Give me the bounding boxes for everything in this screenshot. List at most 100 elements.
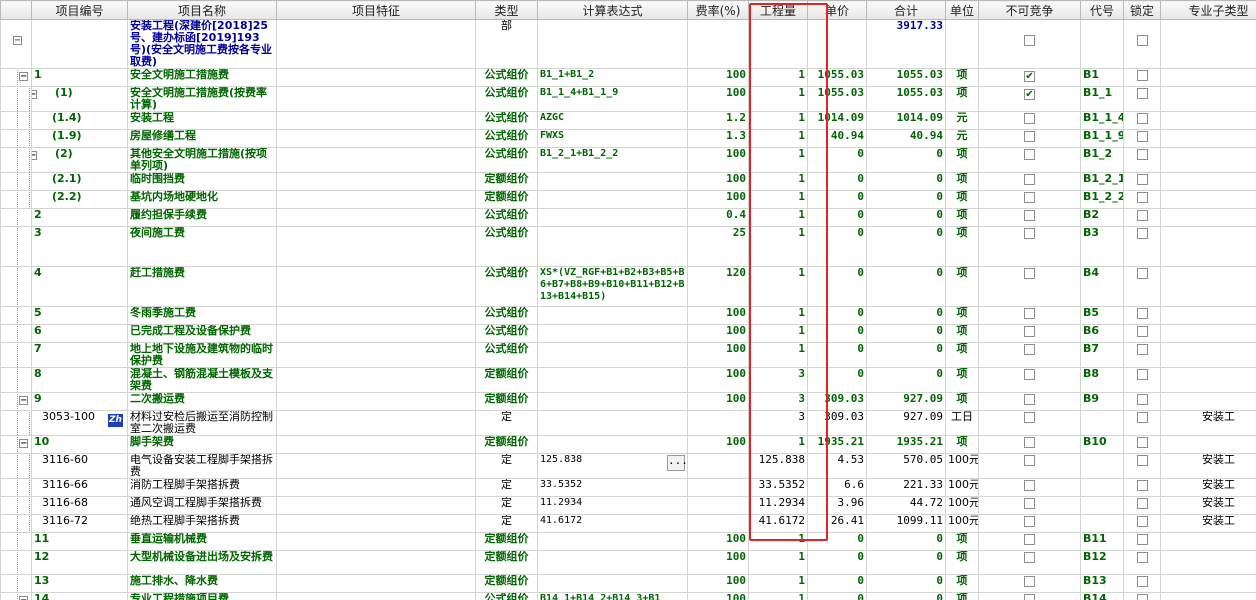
item-feature[interactable] [276,392,476,411]
noncompete-cell[interactable] [978,129,1081,148]
unit-price[interactable]: 0 [807,226,867,267]
unit-price[interactable] [807,19,867,69]
unit-price[interactable]: 0 [807,342,867,368]
col-header-name[interactable]: 项目名称 [127,0,277,20]
item-type[interactable]: 定额组价 [475,574,538,593]
lock-cell[interactable] [1123,111,1161,130]
item-type[interactable]: 部 [475,19,538,69]
noncompete-checkbox[interactable] [1024,174,1035,185]
quota-row[interactable]: 3116-66 消防工程脚手架搭拆费定 33.5352 33.5352 6.6 221.3… [0,478,1256,497]
unit[interactable]: 项 [945,532,979,551]
item-name[interactable]: 脚手架费 [127,435,277,454]
item-type[interactable]: 定额组价 [475,435,538,454]
lock-checkbox[interactable] [1136,113,1148,124]
noncompete-cell[interactable] [978,147,1081,173]
item-type[interactable]: 公式组价 [475,266,538,307]
subtype[interactable] [1160,68,1256,87]
item-type[interactable]: 定 [475,453,538,479]
item-name[interactable]: 临时围挡费 [127,172,277,191]
alias-code[interactable]: B1_1 [1080,86,1124,112]
item-feature[interactable] [276,550,476,575]
item-type[interactable]: 公式组价 [475,68,538,87]
fee-rate[interactable]: 100 [687,306,749,325]
tree-gutter[interactable] [0,111,32,130]
calc-expression[interactable] [537,172,688,191]
subtype[interactable]: 安装工 [1160,478,1256,497]
calc-expression[interactable] [537,410,688,436]
noncompete-cell[interactable] [978,478,1081,497]
unit[interactable]: 项 [945,435,979,454]
quantity-cell[interactable] [748,19,808,69]
item-name[interactable]: 大型机械设备进出场及安拆费 [127,550,277,575]
calc-expression[interactable] [537,435,688,454]
calc-expression[interactable] [537,550,688,575]
collapse-toggle-icon[interactable]: − [32,90,37,100]
calc-expression[interactable] [537,532,688,551]
tree-gutter[interactable] [0,190,32,209]
unit[interactable]: 100元 [945,478,979,497]
measure-row[interactable]: −(2)其他安全文明施工措施(按项单列项)公式组价B1_2_1+B1_2_210… [0,147,1256,173]
calc-expression[interactable]: 41.6172 [537,514,688,533]
noncompete-cell[interactable] [978,226,1081,267]
alias-code[interactable] [1080,453,1124,479]
noncompete-checkbox[interactable] [1024,412,1035,423]
tree-gutter[interactable] [0,574,32,593]
measure-row[interactable]: −1 安全文明施工措施费 公式组价 B1_1+B1_2 100 1 1055.03 1055.… [0,68,1256,87]
item-code[interactable]: 8 [31,367,128,393]
fee-rate[interactable]: 100 [687,367,749,393]
unit-price[interactable]: 40.94 [807,129,867,148]
item-feature[interactable] [276,190,476,209]
calc-expression[interactable]: FWXS [537,129,688,148]
lock-checkbox[interactable] [1136,210,1148,221]
tree-gutter[interactable]: − [0,592,32,600]
item-name[interactable]: 夜间施工费 [127,226,277,267]
item-feature[interactable] [276,532,476,551]
collapse-toggle-icon[interactable]: − [13,36,22,46]
lock-cell[interactable] [1123,129,1161,148]
quantity-cell[interactable]: 3 [748,410,808,436]
lock-checkbox[interactable] [1136,412,1148,423]
lock-cell[interactable] [1123,478,1161,497]
calc-expression[interactable]: AZGC [537,111,688,130]
unit-price[interactable]: 309.03 [807,392,867,411]
noncompete-checkbox[interactable] [1024,308,1035,319]
unit-price[interactable]: 0 [807,550,867,575]
unit[interactable]: 100元 [945,453,979,479]
calc-expression[interactable] [537,208,688,227]
lock-cell[interactable] [1123,342,1161,368]
noncompete-cell[interactable] [978,410,1081,436]
item-code[interactable]: 3116-68 [31,496,128,515]
subtype[interactable] [1160,129,1256,148]
item-feature[interactable] [276,111,476,130]
subtype[interactable] [1160,532,1256,551]
collapse-toggle-icon[interactable]: − [19,596,28,600]
item-feature[interactable] [276,129,476,148]
quantity-cell[interactable]: 1 [748,306,808,325]
quantity-cell[interactable]: 33.5352 [748,478,808,497]
subtype[interactable] [1160,266,1256,307]
noncompete-cell[interactable] [978,342,1081,368]
fee-rate[interactable]: 100 [687,532,749,551]
item-name[interactable]: 安装工程(深建价[2018]25号、建办标函[2019]193号)(安全文明施工… [127,19,277,69]
unit[interactable]: 100元 [945,496,979,515]
measure-row[interactable]: 12 大型机械设备进出场及安拆费 定额组价 100 1 0 0 项 B12 [0,550,1256,575]
item-name[interactable]: 材料过安检后搬运至消防控制室二次搬运费 [127,410,277,436]
unit[interactable]: 项 [945,367,979,393]
fee-rate[interactable]: 100 [687,147,749,173]
unit[interactable]: 元 [945,111,979,130]
fee-rate[interactable]: 100 [687,342,749,368]
lock-cell[interactable] [1123,208,1161,227]
noncompete-cell[interactable] [978,453,1081,479]
noncompete-cell[interactable] [978,324,1081,343]
collapse-toggle-icon[interactable]: − [19,396,28,406]
item-type[interactable]: 定 [475,478,538,497]
item-name[interactable]: 专业工程措施项目费 [127,592,277,600]
fee-rate[interactable]: 25 [687,226,749,267]
item-type[interactable]: 公式组价 [475,111,538,130]
noncompete-cell[interactable] [978,496,1081,515]
tree-gutter[interactable] [0,324,32,343]
item-code[interactable]: 13 [31,574,128,593]
tree-gutter[interactable] [0,172,32,191]
item-type[interactable]: 公式组价 [475,226,538,267]
item-name[interactable]: 履约担保手续费 [127,208,277,227]
